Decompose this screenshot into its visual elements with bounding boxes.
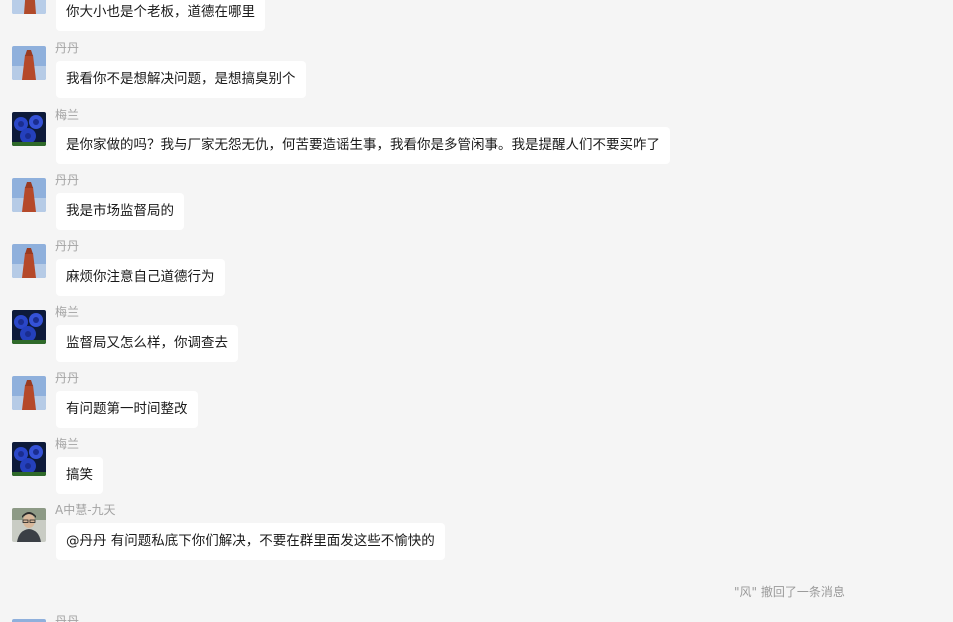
person-avatar-image xyxy=(12,508,46,542)
sender-name[interactable]: 梅兰 xyxy=(55,305,79,319)
message-bubble[interactable]: 是你家做的吗？我与厂家无怨无仇，何苦要造谣生事，我看你是多管闲事。我是提醒人们不… xyxy=(56,127,670,164)
pagoda-avatar[interactable] xyxy=(12,178,46,212)
blue-roses-avatar-image xyxy=(12,112,46,146)
pagoda-avatar-image xyxy=(12,244,46,278)
blue-roses-avatar[interactable] xyxy=(12,310,46,344)
message-bubble[interactable]: @丹丹 有问题私底下你们解决，不要在群里面发这些不愉快的 xyxy=(56,523,445,560)
message-bubble[interactable]: 有问题第一时间整改 xyxy=(56,391,198,428)
sender-name[interactable]: 梅兰 xyxy=(55,437,79,451)
pagoda-avatar[interactable] xyxy=(12,376,46,410)
message-bubble[interactable]: 我是市场监督局的 xyxy=(56,193,184,230)
sender-name[interactable]: 梅兰 xyxy=(55,108,79,122)
blue-roses-avatar[interactable] xyxy=(12,442,46,476)
sender-name[interactable]: 丹丹 xyxy=(55,371,79,385)
message-bubble[interactable]: 搞笑 xyxy=(56,457,103,494)
chat-message-list[interactable]: 你大小也是个老板，道德在哪里 丹丹 我看你不是想解决问题，是想搞臭别个 梅兰 是… xyxy=(0,0,953,622)
message-bubble[interactable]: 我看你不是想解决问题，是想搞臭别个 xyxy=(56,61,306,98)
message-bubble[interactable]: 麻烦你注意自己道德行为 xyxy=(56,259,225,296)
message-bubble[interactable]: 监督局又怎么样，你调查去 xyxy=(56,325,238,362)
recall-notice: "风" 撤回了一条消息 xyxy=(734,585,845,599)
sender-name[interactable]: 丹丹 xyxy=(55,41,79,55)
blue-roses-avatar[interactable] xyxy=(12,112,46,146)
pagoda-avatar[interactable] xyxy=(12,244,46,278)
sender-name[interactable]: A中慧-九天 xyxy=(55,503,116,517)
sender-name[interactable]: 丹丹 xyxy=(55,614,79,622)
blue-roses-avatar-image xyxy=(12,310,46,344)
sender-name[interactable]: 丹丹 xyxy=(55,239,79,253)
blue-roses-avatar-image xyxy=(12,442,46,476)
pagoda-avatar-image xyxy=(12,178,46,212)
pagoda-avatar[interactable] xyxy=(12,46,46,80)
sender-name[interactable]: 丹丹 xyxy=(55,173,79,187)
person-avatar[interactable] xyxy=(12,508,46,542)
pagoda-avatar-image xyxy=(12,46,46,80)
pagoda-avatar-image xyxy=(12,376,46,410)
